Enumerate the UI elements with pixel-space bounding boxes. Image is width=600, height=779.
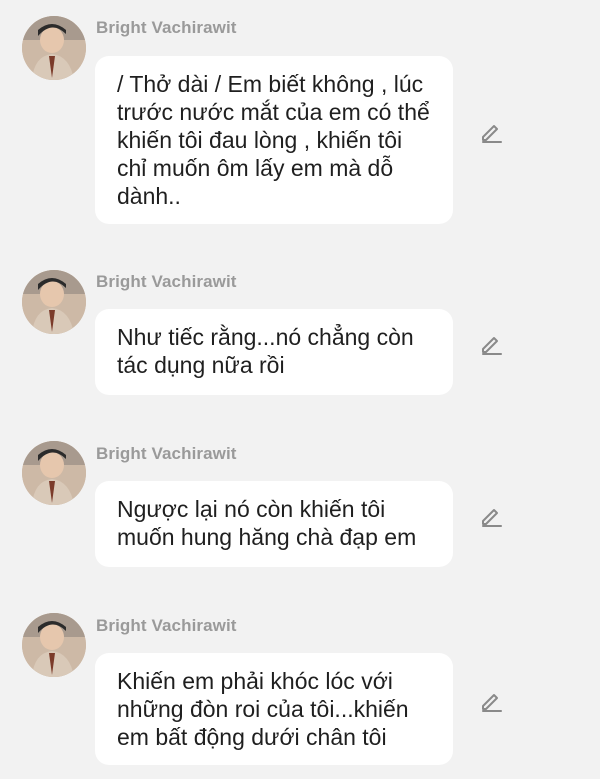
sender-name: Bright Vachirawit — [96, 18, 237, 37]
sender-name: Bright Vachirawit — [96, 616, 237, 635]
avatar[interactable] — [22, 613, 86, 677]
edit-pencil-icon[interactable] — [479, 120, 503, 144]
message-bubble: Khiến em phải khóc lóc với những đòn roi… — [95, 653, 453, 765]
message-bubble: Như tiếc rằng...nó chẳng còn tác dụng nữ… — [95, 309, 453, 395]
avatar[interactable] — [22, 16, 86, 80]
edit-pencil-icon[interactable] — [479, 504, 503, 528]
sender-name: Bright Vachirawit — [96, 272, 237, 291]
avatar[interactable] — [22, 441, 86, 505]
avatar[interactable] — [22, 270, 86, 334]
sender-name: Bright Vachirawit — [96, 444, 237, 463]
edit-pencil-icon[interactable] — [479, 689, 503, 713]
edit-pencil-icon[interactable] — [479, 332, 503, 356]
message-bubble: / Thở dài / Em biết không , lúc trước nư… — [95, 56, 453, 224]
message-bubble: Ngược lại nó còn khiến tôi muốn hung hăn… — [95, 481, 453, 567]
chat-thread: Bright Vachirawit / Thở dài / Em biết kh… — [0, 0, 600, 779]
